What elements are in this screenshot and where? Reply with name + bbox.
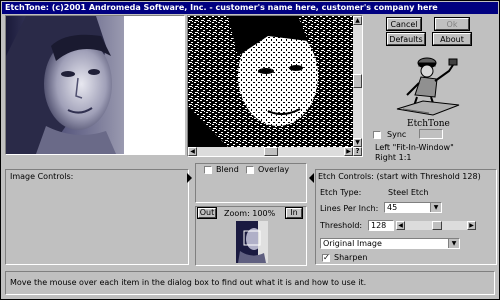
etch-controls-panel: Etch Controls: (start with Threshold 128… — [315, 169, 497, 265]
source-dropdown[interactable]: Original Image ▼ — [320, 238, 460, 249]
title-bar: EtchTone: (c)2001 Andromeda Software, In… — [2, 2, 498, 14]
help-question-button[interactable]: ? — [353, 147, 362, 156]
check-icon: ✓ — [323, 253, 330, 262]
threshold-left-arrow-icon[interactable]: ◀ — [396, 221, 405, 230]
status-bar: Move the mouse over each item in the dia… — [5, 271, 495, 295]
threshold-input[interactable]: 128 — [368, 220, 394, 231]
cancel-button[interactable]: Cancel — [386, 17, 422, 31]
source-value: Original Image — [323, 239, 382, 248]
sync-label: Sync — [387, 130, 407, 139]
lpi-dropdown[interactable]: 45 ▼ — [384, 202, 442, 213]
threshold-value: 128 — [371, 221, 387, 230]
etched-photo — [188, 16, 353, 147]
zoom-out-button[interactable]: Out — [197, 207, 217, 219]
sharpen-checkbox[interactable]: ✓ — [322, 254, 330, 262]
lpi-label: Lines Per Inch: — [320, 204, 379, 213]
sync-checkbox[interactable] — [373, 131, 381, 139]
fit-hint-left: Left "Fit-In-Window" — [375, 143, 454, 152]
threshold-label: Threshold: — [320, 221, 363, 230]
overlay-checkbox[interactable] — [246, 166, 254, 174]
zoom-navigator-thumbnail[interactable] — [236, 221, 268, 263]
image-controls-title: Image Controls: — [10, 172, 74, 181]
preview-horizontal-scrollbar[interactable]: ◀ ▶ — [188, 147, 353, 156]
scroll-left-arrow-icon[interactable]: ◀ — [188, 147, 197, 156]
preview-vertical-scrollbar[interactable]: ▲ ▼ — [353, 16, 362, 147]
etchtone-dialog: EtchTone: (c)2001 Andromeda Software, In… — [0, 0, 500, 300]
defaults-button[interactable]: Defaults — [386, 32, 426, 46]
sync-indicator — [419, 129, 443, 139]
etch-type-value: Steel Etch — [388, 188, 429, 197]
about-button[interactable]: About — [432, 32, 472, 46]
sharpen-label: Sharpen — [334, 253, 368, 262]
etch-controls-title: Etch Controls: (start with Threshold 128… — [318, 172, 481, 181]
image-controls-arrow-icon — [187, 173, 192, 183]
zoom-level: Zoom: 100% — [224, 209, 276, 218]
blend-checkbox[interactable] — [204, 166, 212, 174]
image-controls-panel: Image Controls: — [5, 169, 189, 265]
logo-caption: EtchTone — [407, 119, 450, 129]
threshold-slider[interactable]: ◀ ▶ — [396, 221, 476, 230]
etch-type-label: Etch Type: — [320, 188, 362, 197]
etch-controls-arrow-icon — [309, 173, 314, 183]
vertical-scroll-thumb[interactable] — [353, 74, 362, 88]
scroll-right-arrow-icon[interactable]: ▶ — [344, 147, 353, 156]
original-photo — [6, 16, 184, 154]
status-text: Move the mouse over each item in the dia… — [10, 278, 367, 287]
ok-button[interactable]: Ok — [434, 17, 470, 31]
fit-hint-right: Right 1:1 — [375, 153, 412, 162]
dropdown-arrow-icon[interactable]: ▼ — [448, 239, 459, 248]
original-preview[interactable] — [5, 15, 185, 155]
threshold-slider-thumb[interactable] — [432, 221, 442, 230]
blend-overlay-panel: Blend Overlay — [195, 163, 307, 203]
lpi-value: 45 — [387, 203, 398, 212]
horizontal-scroll-thumb[interactable] — [264, 147, 278, 156]
etcher-man-icon — [396, 57, 460, 116]
dropdown-arrow-icon[interactable]: ▼ — [430, 203, 441, 212]
scroll-down-arrow-icon[interactable]: ▼ — [353, 138, 362, 147]
blend-label: Blend — [216, 165, 239, 174]
zoom-in-button[interactable]: In — [285, 207, 303, 219]
threshold-right-arrow-icon[interactable]: ▶ — [467, 221, 476, 230]
overlay-label: Overlay — [258, 165, 290, 174]
etched-preview[interactable]: ▲ ▼ ◀ ▶ ? — [187, 15, 363, 157]
zoom-panel: Out Zoom: 100% In — [195, 206, 307, 266]
scroll-up-arrow-icon[interactable]: ▲ — [353, 16, 362, 25]
